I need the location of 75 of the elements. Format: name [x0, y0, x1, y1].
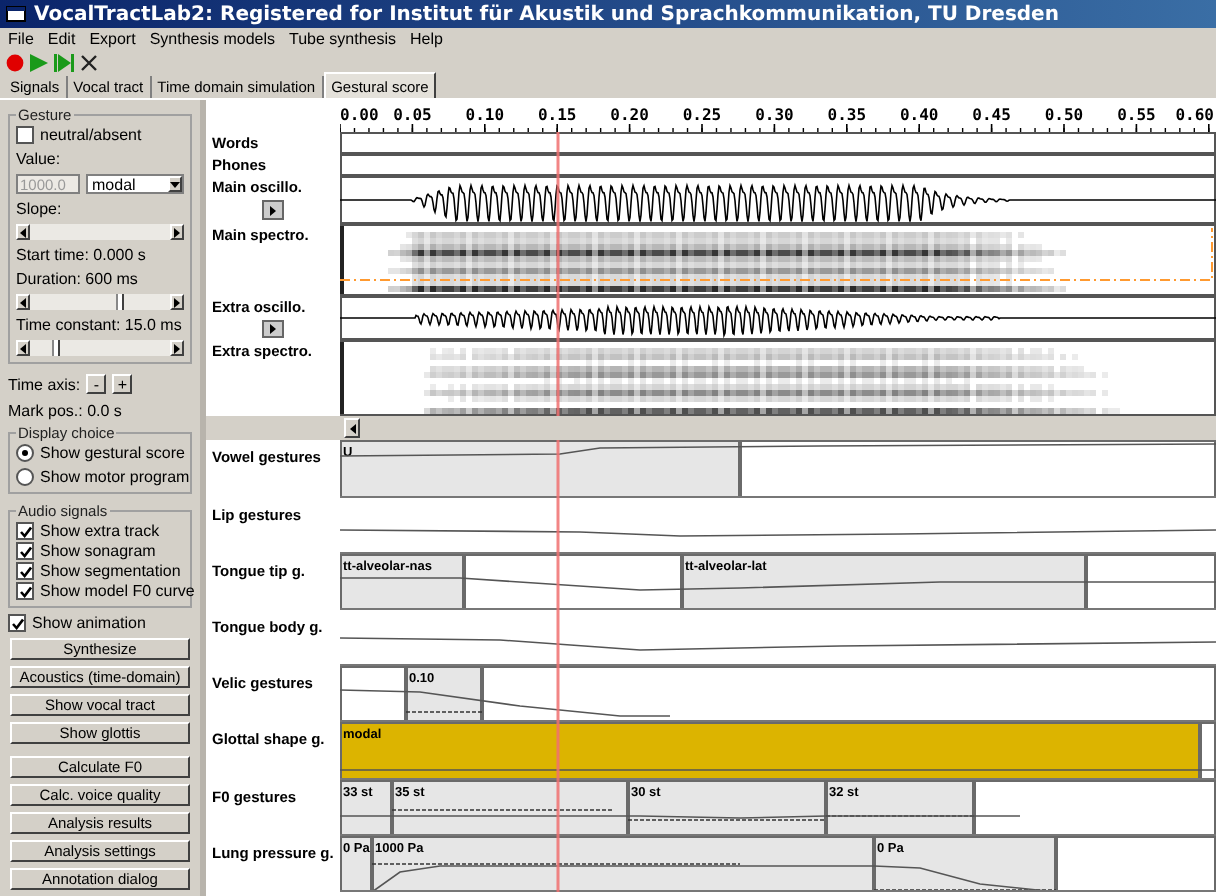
type-dropdown[interactable]: modal — [86, 174, 184, 194]
checkbox-label: Show sonagram — [40, 542, 156, 560]
checkbox-label: Show model F0 curve — [40, 582, 195, 600]
record-icon[interactable] — [6, 54, 24, 72]
target-line — [405, 711, 483, 713]
window-title: VocalTractLab2: Registered for Institut für Akustik und Sprachkommunikation, TU Dresden — [34, 3, 1059, 25]
scroll-left-button[interactable] — [16, 340, 30, 356]
gesture-block[interactable] — [340, 554, 464, 610]
radio-label: Show gestural score — [40, 444, 185, 462]
tick-label: 0.05 — [393, 106, 432, 124]
scroll-right-button[interactable] — [170, 340, 184, 356]
scroll-left-button[interactable] — [16, 294, 30, 310]
gesture-block[interactable] — [340, 836, 372, 892]
tick-label: 0.60 — [1175, 106, 1214, 124]
checkbox-label: Show extra track — [40, 522, 160, 540]
tick-label: 0.55 — [1117, 106, 1156, 124]
scroll-left-button[interactable] — [16, 224, 30, 240]
menu-item[interactable]: File — [8, 30, 34, 48]
menu-item[interactable]: Edit — [47, 30, 76, 48]
checkbox[interactable] — [16, 562, 34, 580]
menu-item[interactable]: Synthesis models — [149, 30, 276, 48]
scroll-left-button[interactable] — [344, 418, 360, 438]
field-label: Slope: — [16, 200, 64, 218]
play-button[interactable] — [262, 200, 284, 220]
close-icon[interactable] — [80, 54, 98, 72]
field-label: Value: — [16, 150, 63, 168]
checkbox[interactable] — [16, 542, 34, 560]
scroll-right-button[interactable] — [170, 294, 184, 310]
gesture-block[interactable] — [406, 666, 482, 722]
slider-thumb[interactable] — [115, 294, 124, 310]
radio-button[interactable] — [16, 468, 34, 486]
zoom-button[interactable]: + — [112, 374, 133, 394]
window-icon — [6, 6, 26, 22]
zoom-button[interactable]: - — [86, 374, 107, 394]
field-label: Time axis: — [8, 375, 81, 393]
gesture-block[interactable] — [340, 780, 392, 836]
radio-button[interactable] — [16, 444, 34, 462]
tick-label: 0.10 — [465, 106, 505, 124]
field-label: Start time: 0.000 s — [16, 246, 148, 264]
tick-label: 0.30 — [755, 106, 794, 124]
tick-label: 0.00 — [340, 106, 379, 124]
tick-label: 0.20 — [610, 106, 649, 124]
mark-position-text: Mark pos.: 0.0 s — [8, 402, 124, 420]
tick-label: 0.40 — [899, 106, 939, 124]
slider-thumb[interactable] — [51, 340, 60, 356]
tick-label: 0.50 — [1044, 106, 1084, 124]
tick-label: 0.35 — [827, 106, 867, 124]
left-arrow-icon — [18, 343, 28, 353]
play-icon — [268, 324, 278, 334]
tick-label: 0.25 — [682, 106, 722, 124]
radio-label: Show motor program — [40, 468, 190, 486]
checkbox[interactable] — [8, 614, 26, 632]
field-label: Time constant: 15.0 ms — [16, 316, 184, 334]
menu-item[interactable]: Export — [89, 30, 136, 48]
menu-item[interactable]: Tube synthesis — [289, 30, 397, 48]
checkbox-label: neutral/absent — [40, 126, 142, 144]
field-label: Duration: 600 ms — [16, 270, 140, 288]
tick-label: 0.45 — [972, 106, 1011, 124]
right-arrow-icon — [172, 343, 182, 353]
left-arrow-icon — [18, 297, 28, 307]
checkbox-label: Show animation — [32, 614, 146, 632]
checkbox[interactable] — [16, 126, 34, 144]
tick-label: 0.15 — [537, 106, 577, 124]
checkbox[interactable] — [16, 522, 34, 540]
menu-item[interactable]: Help — [410, 30, 443, 48]
left-arrow-icon — [18, 227, 28, 237]
scroll-right-button[interactable] — [170, 224, 184, 240]
caret-icon — [170, 179, 180, 189]
checkbox-label: Show segmentation — [40, 562, 181, 580]
right-arrow-icon — [172, 297, 182, 307]
left-arrow-icon — [347, 423, 357, 433]
play-icon — [268, 205, 278, 215]
play-button[interactable] — [262, 320, 284, 338]
right-arrow-icon — [172, 227, 182, 237]
checkbox[interactable] — [16, 582, 34, 600]
